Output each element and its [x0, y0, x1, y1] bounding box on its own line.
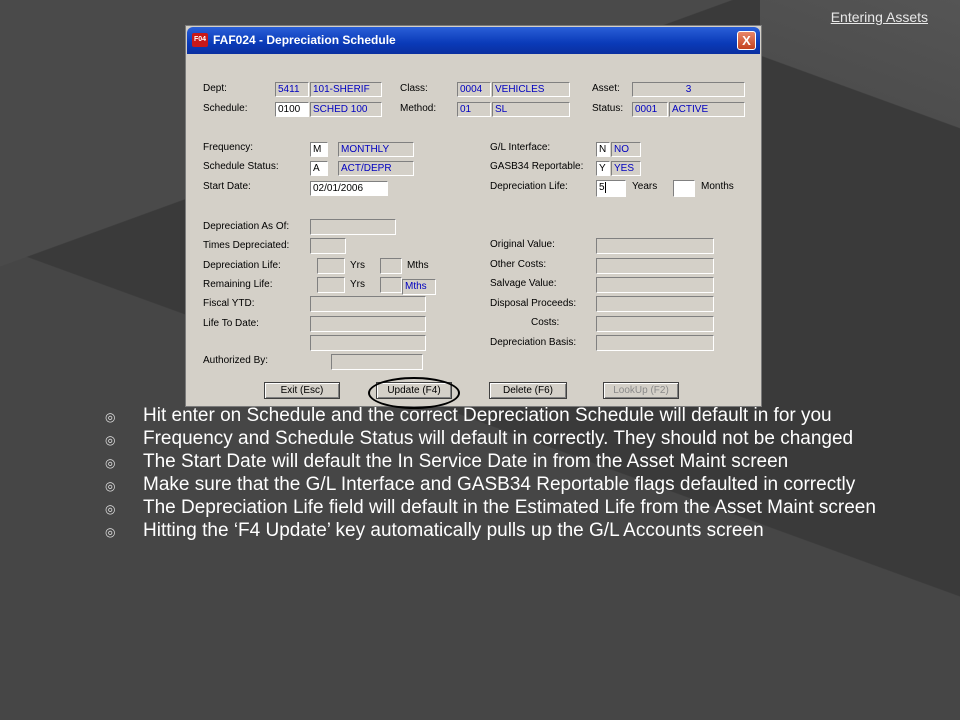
- salvage-value-field[interactable]: [596, 277, 714, 293]
- start-date-field[interactable]: 02/01/2006: [310, 181, 388, 196]
- bullet-icon: ◎: [105, 525, 116, 539]
- background-corner: [760, 0, 960, 400]
- entering-assets-link[interactable]: Entering Assets: [831, 9, 928, 25]
- class-name-field[interactable]: VEHICLES: [492, 82, 570, 97]
- class-label: Class:: [400, 83, 428, 94]
- list-item: ◎ The Start Date will default the In Serv…: [105, 451, 925, 472]
- fiscal-ytd-field[interactable]: [310, 296, 426, 312]
- schedule-status-code-field[interactable]: A: [310, 161, 328, 176]
- bullet-text: Hitting the ‘F4 Update’ key automaticall…: [143, 520, 764, 541]
- bullet-icon: ◎: [105, 433, 116, 447]
- depreciation-life-mths-field[interactable]: [380, 258, 402, 274]
- authorized-by-label: Authorized By:: [203, 355, 269, 366]
- salvage-value-label: Salvage Value:: [490, 278, 557, 289]
- bullet-icon: ◎: [105, 479, 116, 493]
- dept-code-field[interactable]: 5411: [275, 82, 309, 97]
- dept-label: Dept:: [203, 83, 227, 94]
- years-label: Years: [632, 181, 658, 192]
- disposal-proceeds-label: Disposal Proceeds:: [490, 298, 577, 309]
- list-item: ◎ Hit enter on Schedule and the correct D…: [105, 405, 925, 426]
- instruction-list: ◎ Hit enter on Schedule and the correct D…: [105, 405, 925, 545]
- authorized-by-field[interactable]: [331, 354, 423, 370]
- list-item: ◎ Frequency and Schedule Status will defa…: [105, 428, 925, 449]
- frequency-code-field[interactable]: M: [310, 142, 328, 157]
- schedule-status-label: Schedule Status:: [203, 161, 279, 172]
- delete-button[interactable]: Delete (F6): [489, 382, 567, 399]
- depreciation-basis-label: Depreciation Basis:: [490, 337, 577, 348]
- class-code-field[interactable]: 0004: [457, 82, 491, 97]
- original-value-label: Original Value:: [490, 239, 555, 250]
- lookup-button[interactable]: LookUp (F2): [603, 382, 679, 399]
- method-name-field[interactable]: SL: [492, 102, 570, 117]
- costs-label: Costs:: [531, 317, 560, 328]
- remaining-life-mths-field[interactable]: [380, 277, 402, 293]
- status-label: Status:: [592, 103, 624, 114]
- rem-life-yrs-label: Yrs: [350, 279, 365, 290]
- depreciation-life-top-label: Depreciation Life:: [490, 181, 568, 192]
- start-date-label: Start Date:: [203, 181, 251, 192]
- list-item: ◎ Hitting the ‘F4 Update’ key automatical…: [105, 520, 925, 541]
- exit-button[interactable]: Exit (Esc): [264, 382, 340, 399]
- frequency-label: Frequency:: [203, 142, 254, 153]
- disposal-proceeds-field[interactable]: [596, 296, 714, 312]
- bullet-text: Make sure that the G/L Interface and GAS…: [143, 474, 856, 495]
- remaining-life-mths-label-box: Mths: [402, 279, 436, 295]
- gl-interface-code-field[interactable]: N: [596, 142, 610, 157]
- other-costs-field[interactable]: [596, 258, 714, 274]
- depreciation-life-yrs-field[interactable]: [317, 258, 345, 274]
- fiscal-ytd-label: Fiscal YTD:: [203, 298, 255, 309]
- depreciation-life-months-field[interactable]: [673, 180, 695, 197]
- life-to-date-extra-field[interactable]: [310, 335, 426, 351]
- bullet-text: Hit enter on Schedule and the correct De…: [143, 405, 832, 426]
- schedule-label: Schedule:: [203, 103, 248, 114]
- costs-field[interactable]: [596, 316, 714, 332]
- list-item: ◎ The Depreciation Life field will defaul…: [105, 497, 925, 518]
- form-area: Dept: 5411 101-SHERIF Class: 0004 VEHICL…: [186, 26, 763, 409]
- original-value-field[interactable]: [596, 238, 714, 254]
- status-name-field[interactable]: ACTIVE: [669, 102, 745, 117]
- bullet-icon: ◎: [105, 456, 116, 470]
- frequency-name-field[interactable]: MONTHLY: [338, 142, 414, 157]
- list-item: ◎ Make sure that the G/L Interface and GA…: [105, 474, 925, 495]
- text-cursor: [604, 181, 606, 193]
- dep-life-mths-label: Mths: [407, 260, 429, 271]
- depreciation-life-years-field[interactable]: 5: [596, 180, 626, 197]
- method-code-field[interactable]: 01: [457, 102, 491, 117]
- dept-name-field[interactable]: 101-SHERIF: [310, 82, 382, 97]
- depreciation-basis-field[interactable]: [596, 335, 714, 351]
- bullet-text: The Start Date will default the In Servi…: [143, 451, 789, 472]
- bullet-icon: ◎: [105, 502, 116, 516]
- remaining-life-yrs-field[interactable]: [317, 277, 345, 293]
- bullet-icon: ◎: [105, 410, 116, 424]
- schedule-name-field[interactable]: SCHED 100: [310, 102, 382, 117]
- status-code-field[interactable]: 0001: [632, 102, 668, 117]
- gl-interface-label: G/L Interface:: [490, 142, 551, 153]
- life-to-date-field[interactable]: [310, 316, 426, 332]
- gasb34-code-field[interactable]: Y: [596, 161, 610, 176]
- other-costs-label: Other Costs:: [490, 259, 547, 270]
- times-depreciated-label: Times Depreciated:: [203, 240, 290, 251]
- dep-life-yrs-label: Yrs: [350, 260, 365, 271]
- times-depreciated-field[interactable]: [310, 238, 346, 254]
- gasb34-label: GASB34 Reportable:: [490, 161, 584, 172]
- life-to-date-label: Life To Date:: [203, 318, 259, 329]
- depreciation-life-label: Depreciation Life:: [203, 260, 281, 271]
- depreciation-schedule-window: F04 FAF024 - Depreciation Schedule X Dep…: [185, 25, 763, 409]
- schedule-code-field[interactable]: 0100: [275, 102, 309, 117]
- gl-interface-name-field[interactable]: NO: [611, 142, 641, 157]
- bullet-text: The Depreciation Life field will default…: [143, 497, 876, 518]
- months-label: Months: [701, 181, 734, 192]
- depreciation-as-of-field[interactable]: [310, 219, 396, 235]
- depreciation-as-of-label: Depreciation As Of:: [203, 221, 290, 232]
- remaining-life-label: Remaining Life:: [203, 279, 273, 290]
- bullet-text: Frequency and Schedule Status will defau…: [143, 428, 854, 449]
- asset-field[interactable]: 3: [632, 82, 745, 97]
- asset-label: Asset:: [592, 83, 620, 94]
- schedule-status-name-field[interactable]: ACT/DEPR: [338, 161, 414, 176]
- gasb34-name-field[interactable]: YES: [611, 161, 641, 176]
- method-label: Method:: [400, 103, 437, 114]
